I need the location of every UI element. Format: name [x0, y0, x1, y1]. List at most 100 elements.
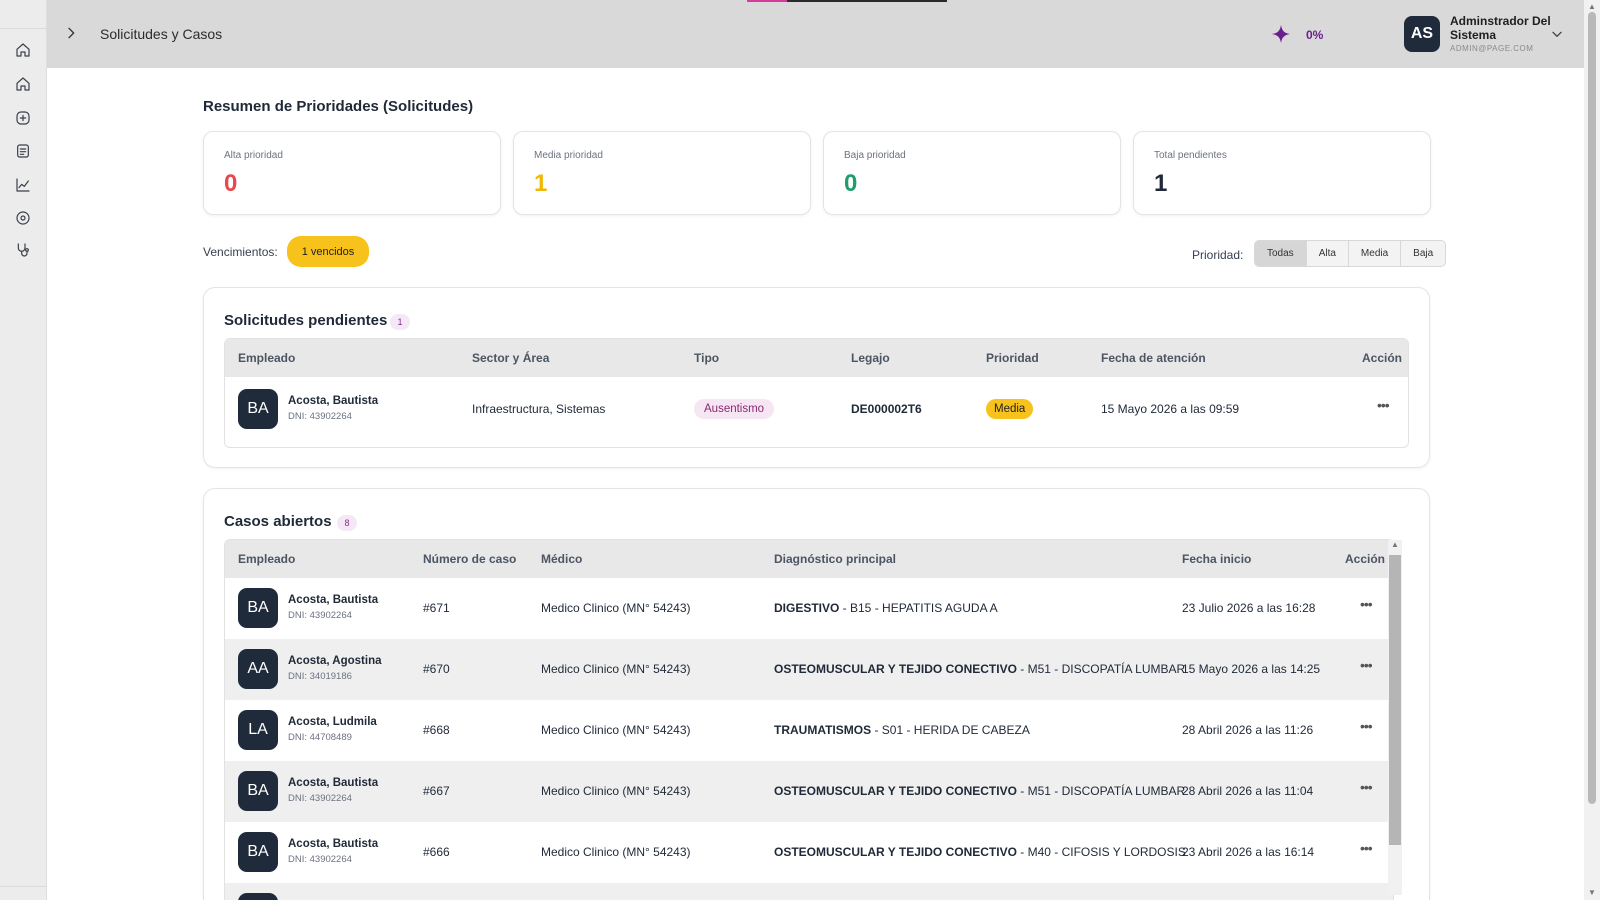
- stat-value: 0: [224, 170, 238, 197]
- avatar: AA: [238, 649, 278, 689]
- employee-dni: DNI: 43902264: [288, 610, 352, 621]
- sidebar: [0, 0, 47, 900]
- diagnostico-detail: - M40 - CIFOSIS Y LORDOSIS: [1016, 845, 1186, 859]
- stethoscope-icon[interactable]: [13, 240, 33, 260]
- column-header: Legajo: [851, 351, 890, 365]
- table-header: Empleado Número de caso Médico Diagnósti…: [225, 540, 1393, 578]
- more-actions-icon[interactable]: •••: [1360, 718, 1373, 734]
- column-header: Fecha inicio: [1182, 552, 1252, 566]
- table-row[interactable]: BA Acosta, Bautista DNI: 43902264 Infrae…: [225, 377, 1408, 447]
- tipo-badge: Ausentismo: [694, 399, 775, 419]
- table-row[interactable]: [225, 883, 1393, 900]
- avatar: BA: [238, 771, 278, 811]
- prioridad-filter: Todas Alta Media Baja: [1254, 240, 1447, 267]
- column-header: Acción: [1345, 552, 1386, 566]
- progress-percent: 0%: [1306, 28, 1324, 42]
- prioridad-option-todas[interactable]: Todas: [1255, 241, 1307, 266]
- avatar: BA: [238, 588, 278, 628]
- diagnostico-category: TRAUMATISMOS: [774, 723, 872, 737]
- diagnostico-cell: OSTEOMUSCULAR Y TEJIDO CONECTIVO - M40 -…: [774, 845, 1186, 859]
- table-row[interactable]: LA Acosta, Ludmila DNI: 44708489 #668 Me…: [225, 700, 1393, 761]
- prioridad-option-baja[interactable]: Baja: [1401, 241, 1445, 266]
- top-header: Solicitudes y Casos 0% AS Adminstrador D…: [47, 0, 1584, 68]
- fecha-cell: 28 Abril 2026 a las 11:26: [1182, 723, 1314, 737]
- fecha-cell: 28 Abril 2026 a las 11:04: [1182, 784, 1314, 798]
- column-header: Empleado: [238, 552, 296, 566]
- employee-dni: DNI: 44708489: [288, 732, 352, 743]
- fecha-cell: 15 Mayo 2026 a las 14:25: [1182, 662, 1321, 676]
- employee-name: Acosta, Ludmila: [288, 716, 377, 728]
- scroll-up-arrow-icon[interactable]: ▲: [1391, 540, 1399, 549]
- user-name[interactable]: Adminstrador Del Sistema: [1450, 14, 1560, 42]
- target-icon[interactable]: [13, 208, 33, 228]
- solicitudes-table: Empleado Sector y Área Tipo Legajo Prior…: [224, 338, 1409, 448]
- medico-cell: Medico Clinico (MN° 54243): [541, 723, 691, 737]
- home-icon[interactable]: [13, 40, 33, 60]
- case-number: #670: [423, 662, 450, 676]
- vencidos-badge[interactable]: 1 vencidos: [287, 236, 369, 267]
- more-actions-icon[interactable]: •••: [1360, 657, 1373, 673]
- column-header: Tipo: [694, 351, 720, 365]
- casos-table-scrollbar[interactable]: ▲: [1388, 540, 1402, 895]
- chevron-right-icon[interactable]: [63, 25, 79, 41]
- chart-icon[interactable]: [13, 175, 33, 195]
- stat-value: 0: [844, 170, 858, 197]
- column-header: Fecha de atención: [1101, 351, 1206, 365]
- stat-value: 1: [534, 170, 548, 197]
- employee-name: Acosta, Agostina: [288, 655, 382, 667]
- table-row[interactable]: BA Acosta, Bautista DNI: 43902264 #667 M…: [225, 761, 1393, 822]
- solicitudes-panel: Solicitudes pendientes 1 Empleado Sector…: [203, 287, 1430, 468]
- case-number: #667: [423, 784, 450, 798]
- user-avatar[interactable]: AS: [1404, 16, 1440, 52]
- top-progress-strip: [747, 0, 947, 2]
- diagnostico-category: OSTEOMUSCULAR Y TEJIDO CONECTIVO: [774, 845, 1017, 859]
- home-icon[interactable]: [13, 74, 33, 94]
- avatar: BA: [238, 832, 278, 872]
- user-email: ADMIN@PAGE.COM: [1450, 44, 1534, 53]
- vencimientos-label: Vencimientos:: [203, 245, 278, 259]
- prioridad-option-alta[interactable]: Alta: [1307, 241, 1349, 266]
- diagnostico-cell: DIGESTIVO - B15 - HEPATITIS AGUDA A: [774, 601, 998, 615]
- stat-value: 1: [1154, 170, 1168, 197]
- casos-count-badge: 8: [337, 515, 357, 531]
- diagnostico-cell: TRAUMATISMOS - S01 - HERIDA DE CABEZA: [774, 723, 1030, 737]
- chevron-down-icon[interactable]: [1550, 27, 1564, 41]
- prioridad-option-media[interactable]: Media: [1349, 241, 1402, 266]
- diagnostico-detail: - S01 - HERIDA DE CABEZA: [871, 723, 1030, 737]
- column-header: Diagnóstico principal: [774, 552, 897, 566]
- document-icon[interactable]: [13, 141, 33, 161]
- more-actions-icon[interactable]: •••: [1360, 779, 1373, 795]
- page-scrollbar[interactable]: ▲ ▼: [1584, 0, 1600, 900]
- employee-dni: DNI: 43902264: [288, 854, 352, 865]
- diagnostico-detail: - M51 - DISCOPATÍA LUMBAR: [1016, 662, 1186, 676]
- diagnostico-category: OSTEOMUSCULAR Y TEJIDO CONECTIVO: [774, 784, 1017, 798]
- casos-title: Casos abiertos: [224, 513, 332, 530]
- table-row[interactable]: AA Acosta, Agostina DNI: 34019186 #670 M…: [225, 639, 1393, 700]
- solicitudes-title: Solicitudes pendientes: [224, 312, 388, 329]
- more-actions-icon[interactable]: •••: [1360, 596, 1373, 612]
- table-row[interactable]: BA Acosta, Bautista DNI: 43902264 #666 M…: [225, 822, 1393, 883]
- page-scrollbar-thumb[interactable]: [1588, 12, 1596, 804]
- column-header: Sector y Área: [472, 351, 550, 365]
- plus-circle-icon[interactable]: [13, 108, 33, 128]
- sparkle-icon[interactable]: [1271, 24, 1291, 44]
- more-actions-icon[interactable]: •••: [1360, 840, 1373, 856]
- stat-label: Baja prioridad: [844, 150, 906, 161]
- employee-dni: DNI: 34019186: [288, 671, 352, 682]
- medico-cell: Medico Clinico (MN° 54243): [541, 784, 691, 798]
- more-actions-icon[interactable]: •••: [1377, 397, 1390, 413]
- column-header: Médico: [541, 552, 583, 566]
- casos-table-scrollbar-thumb[interactable]: [1389, 555, 1401, 845]
- table-row[interactable]: BA Acosta, Bautista DNI: 43902264 #671 M…: [225, 578, 1393, 639]
- scroll-down-arrow-icon[interactable]: ▼: [1588, 888, 1596, 897]
- diagnostico-category: OSTEOMUSCULAR Y TEJIDO CONECTIVO: [774, 662, 1017, 676]
- diagnostico-category: DIGESTIVO: [774, 601, 840, 615]
- fecha-cell: 23 Abril 2026 a las 16:14: [1182, 845, 1315, 859]
- scroll-up-arrow-icon[interactable]: ▲: [1588, 2, 1596, 11]
- top-progress-fill: [747, 0, 787, 2]
- case-number: #666: [423, 845, 450, 859]
- case-number: #671: [423, 601, 450, 615]
- stat-card-baja: Baja prioridad 0: [823, 131, 1121, 215]
- employee-name: Acosta, Bautista: [288, 594, 379, 606]
- prioridad-badge: Media: [986, 399, 1034, 419]
